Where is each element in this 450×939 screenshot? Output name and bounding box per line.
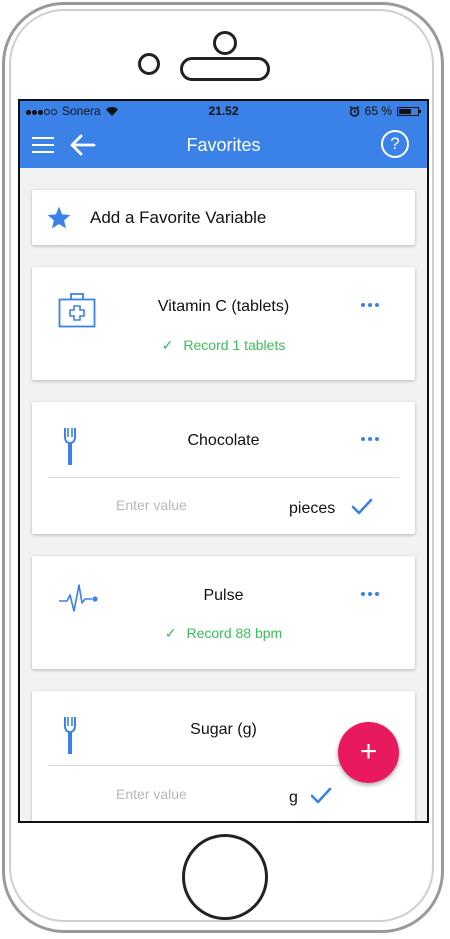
phone-frame: Sonera 21.52 65 % Favorites ? Add a Favo… [0, 0, 450, 939]
home-button[interactable] [182, 834, 268, 920]
front-sensor [213, 31, 237, 55]
battery-level [399, 108, 411, 114]
record-button[interactable]: ✓ Record 88 bpm [32, 625, 415, 642]
card-divider [48, 477, 399, 478]
favorite-name: Chocolate [187, 432, 260, 449]
favorite-card-pulse: Pulse ✓ Record 88 bpm [32, 556, 415, 669]
record-label: Record 1 tablets [183, 337, 286, 353]
check-mark-icon: ✓ [161, 337, 174, 353]
front-camera [138, 53, 160, 75]
save-value-check-icon[interactable] [351, 498, 373, 516]
add-favorite-button[interactable]: Add a Favorite Variable [32, 190, 415, 245]
favorite-card-vitamin-c: Vitamin C (tablets) ✓ Record 1 tablets [32, 267, 415, 380]
record-label: Record 88 bpm [186, 625, 283, 641]
add-fab-button[interactable]: + [338, 722, 399, 783]
add-favorite-label: Add a Favorite Variable [90, 208, 267, 227]
status-right: 65 % [349, 104, 421, 118]
star-icon [47, 206, 71, 229]
favorite-name: Vitamin C (tablets) [157, 298, 290, 315]
alarm-clock-icon [349, 105, 360, 117]
earpiece-speaker [180, 57, 270, 81]
app-bar: Favorites ? [20, 121, 427, 168]
app-screen: Sonera 21.52 65 % Favorites ? Add a Favo… [18, 99, 429, 823]
value-input[interactable] [114, 492, 278, 518]
unit-label: pieces [289, 500, 336, 517]
battery-percent: 65 % [364, 104, 392, 118]
record-button[interactable]: ✓ Record 1 tablets [32, 337, 415, 354]
unit-label: g [289, 789, 298, 806]
more-options-icon[interactable] [361, 592, 381, 598]
page-title: Favorites [186, 135, 261, 155]
more-options-icon[interactable] [361, 303, 381, 309]
help-icon[interactable]: ? [381, 130, 409, 158]
more-options-icon[interactable] [361, 437, 381, 443]
favorite-name: Pulse [203, 587, 244, 604]
save-value-check-icon[interactable] [310, 787, 332, 805]
status-bar: Sonera 21.52 65 % [20, 101, 427, 121]
battery-icon [397, 106, 421, 116]
favorite-card-chocolate: Chocolate pieces [32, 402, 415, 534]
check-mark-icon: ✓ [164, 625, 177, 641]
value-input[interactable] [114, 781, 278, 807]
